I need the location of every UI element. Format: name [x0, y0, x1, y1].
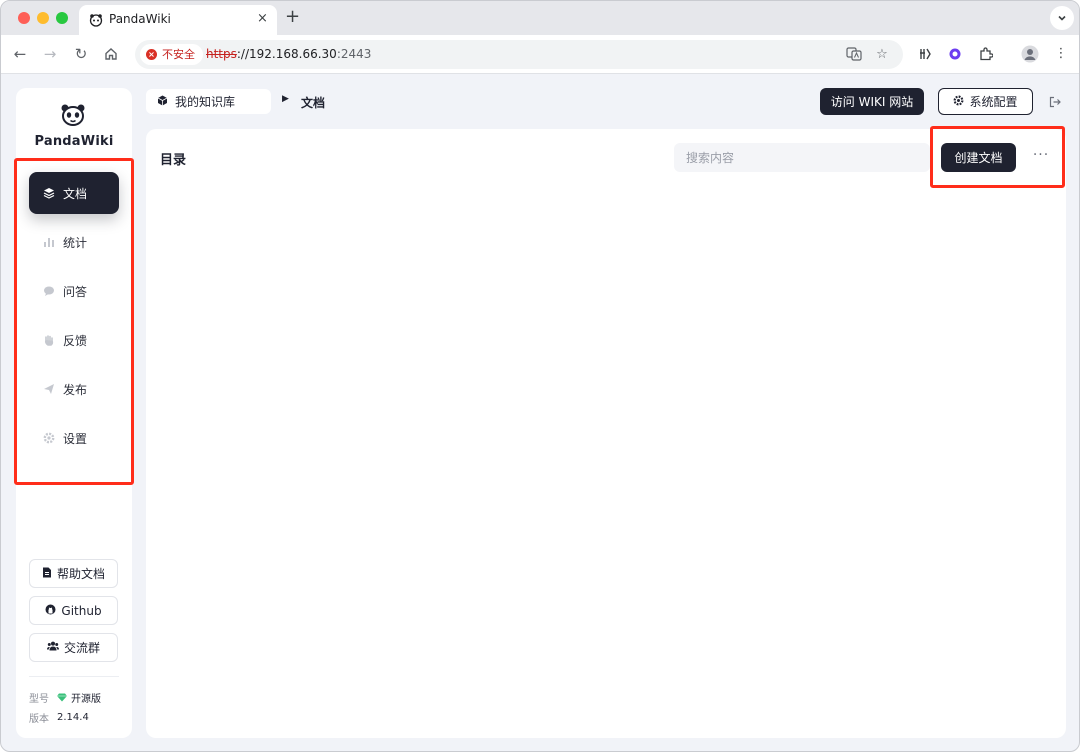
extension-tool-icon[interactable]: [915, 44, 935, 64]
group-icon: [46, 641, 59, 654]
community-group-button[interactable]: 交流群: [29, 633, 118, 662]
zoom-window-button[interactable]: [56, 12, 68, 24]
url-port: :2443: [336, 47, 372, 61]
sidebar-item-label: 设置: [63, 431, 88, 446]
back-icon[interactable]: ←: [10, 44, 30, 64]
send-icon: [42, 382, 56, 396]
logout-icon[interactable]: [1047, 94, 1063, 110]
system-settings-label: 系统配置: [969, 95, 1018, 109]
github-label: Github: [61, 603, 102, 618]
sidebar-item-label: 反馈: [63, 333, 88, 348]
sidebar-item-settings[interactable]: 设置: [29, 417, 119, 459]
tab-title: PandaWiki: [109, 12, 171, 26]
browser-window: PandaWiki × + ← → ↻ × 不安全 https://192.16…: [0, 0, 1080, 752]
new-tab-button[interactable]: +: [285, 7, 300, 27]
search-input[interactable]: [674, 143, 930, 172]
close-window-button[interactable]: [18, 12, 30, 24]
visit-wiki-button[interactable]: 访问 WIKI 网站: [820, 88, 924, 115]
extension-circle-icon[interactable]: [945, 44, 965, 64]
translate-icon[interactable]: [845, 46, 863, 64]
address-bar[interactable]: × 不安全 https://192.168.66.30:2443 ☆: [135, 40, 903, 69]
sidebar-item-qa[interactable]: 问答: [29, 270, 119, 312]
extension-icon[interactable]: [976, 44, 996, 64]
url-host: ://192.168.66.30: [236, 47, 337, 61]
tab-search-button[interactable]: [1050, 6, 1074, 30]
help-docs-button[interactable]: 帮助文档: [29, 559, 118, 588]
sidebar-item-label: 发布: [63, 382, 88, 397]
gear-icon: [42, 431, 56, 445]
document-icon: [42, 567, 52, 581]
create-document-button[interactable]: 创建文档: [941, 143, 1016, 172]
security-label: 不安全: [162, 48, 195, 61]
more-options-icon[interactable]: ···: [1030, 146, 1052, 168]
url-scheme: https: [206, 47, 237, 61]
breadcrumb-root: 我的知识库: [175, 95, 236, 109]
community-group-label: 交流群: [63, 641, 100, 655]
panda-logo-icon: [61, 104, 85, 126]
gear-icon: [953, 95, 964, 109]
star-icon[interactable]: ☆: [873, 46, 891, 64]
chevron-down-icon: [1058, 15, 1066, 21]
sidebar-item-stats[interactable]: 统计: [29, 221, 119, 263]
version-row: 版本 2.14.4: [29, 710, 89, 725]
panda-favicon-icon: [89, 14, 103, 27]
profile-icon[interactable]: [1020, 44, 1040, 64]
home-icon[interactable]: [101, 44, 121, 64]
sidebar-item-label: 文档: [63, 186, 88, 201]
sidebar: PandaWiki 文档 统计 问答 反馈 发布 设置 帮助文档 Github …: [16, 88, 132, 738]
chat-bubble-icon: [42, 284, 56, 298]
version-value: 2.14.4: [57, 712, 89, 723]
edition-label: 型号: [29, 694, 49, 705]
sidebar-item-publish[interactable]: 发布: [29, 368, 119, 410]
bar-chart-icon: [42, 235, 56, 249]
title-bar: PandaWiki × +: [1, 1, 1079, 35]
breadcrumb[interactable]: 我的知识库: [146, 89, 271, 114]
breadcrumb-current: 文档: [301, 96, 326, 110]
layers-icon: [42, 186, 56, 200]
url-text: https://192.168.66.30:2443: [206, 47, 371, 61]
sidebar-item-label: 问答: [63, 284, 88, 299]
main-panel: 目录 创建文档 ···: [146, 129, 1066, 738]
edition-row: 型号 开源版: [29, 690, 101, 705]
edition-value: 开源版: [57, 690, 101, 705]
tab-close-icon[interactable]: ×: [257, 11, 268, 26]
catalog-title: 目录: [160, 153, 187, 168]
kebab-menu-icon[interactable]: ⋮: [1051, 44, 1071, 64]
edition-text: 开源版: [71, 694, 101, 705]
warning-icon: ×: [146, 49, 157, 60]
sidebar-item-feedback[interactable]: 反馈: [29, 319, 119, 361]
caret-right-icon: ▶: [282, 94, 289, 104]
diamond-icon: [57, 693, 67, 702]
minimize-window-button[interactable]: [37, 12, 49, 24]
sidebar-divider: [29, 676, 119, 677]
browser-toolbar: ← → ↻ × 不安全 https://192.168.66.30:2443 ☆: [1, 35, 1079, 74]
sidebar-item-label: 统计: [63, 235, 88, 250]
cube-icon: [157, 95, 168, 109]
browser-tab[interactable]: PandaWiki ×: [79, 5, 277, 35]
github-button[interactable]: Github: [29, 596, 118, 625]
security-chip[interactable]: × 不安全: [140, 44, 203, 65]
help-docs-label: 帮助文档: [56, 567, 105, 581]
system-settings-button[interactable]: 系统配置: [938, 88, 1033, 115]
sidebar-item-docs[interactable]: 文档: [29, 172, 119, 214]
reload-icon[interactable]: ↻: [71, 44, 91, 64]
github-icon: [45, 604, 56, 618]
version-label: 版本: [29, 714, 49, 725]
forward-icon[interactable]: →: [40, 44, 60, 64]
brand-name: PandaWiki: [34, 134, 114, 149]
hand-icon: [42, 333, 56, 347]
